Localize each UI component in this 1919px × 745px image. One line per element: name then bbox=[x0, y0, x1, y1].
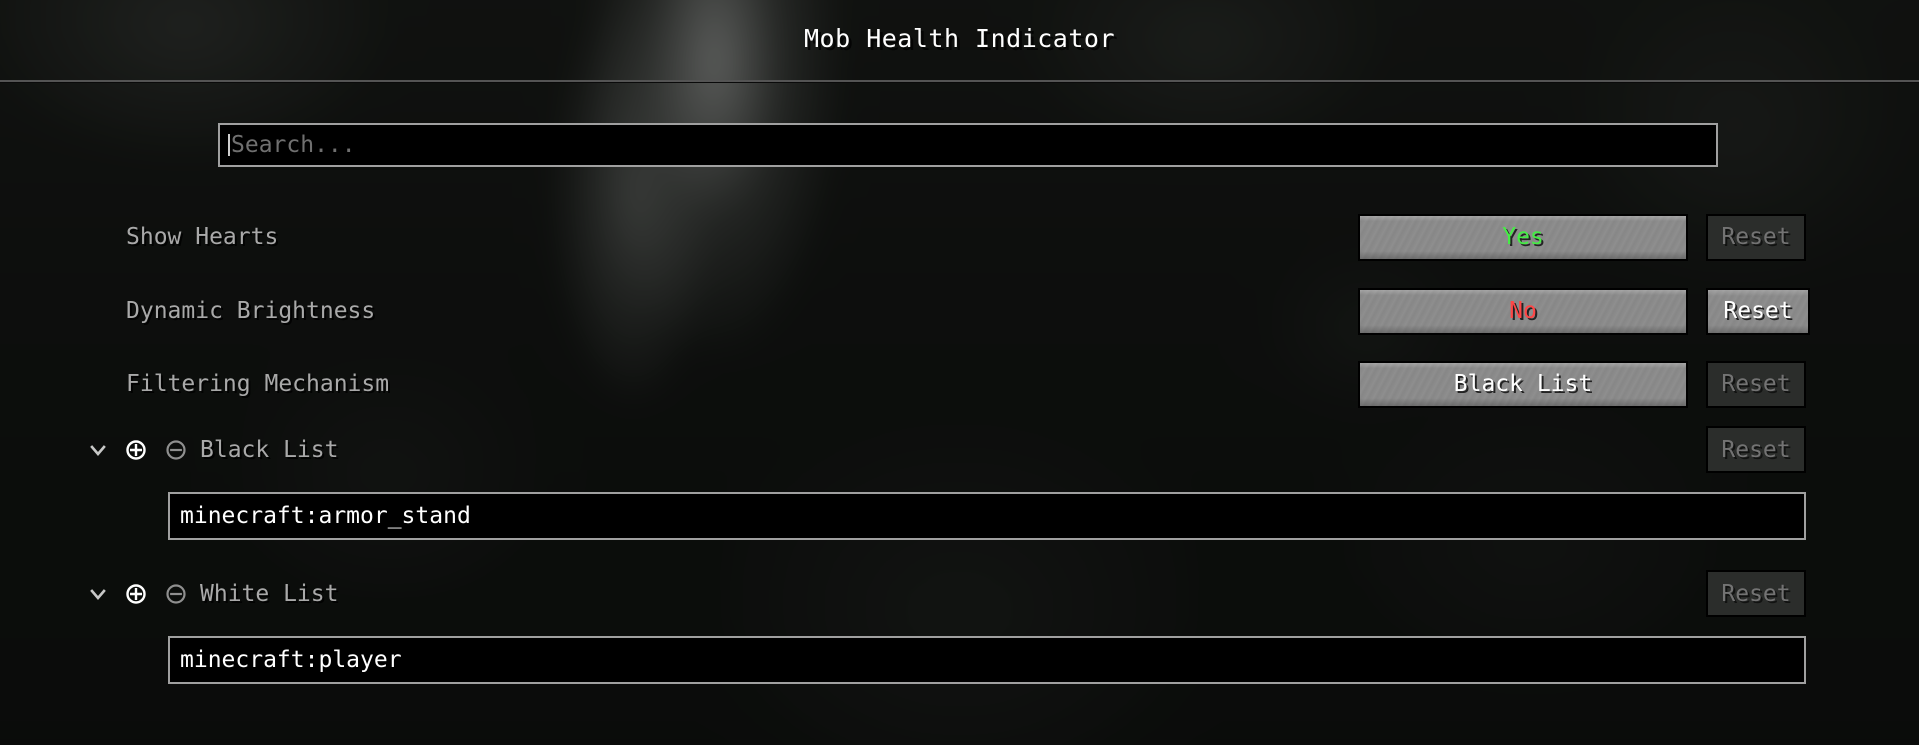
option-value: No bbox=[1509, 298, 1537, 324]
option-row-filtering-mechanism: Filtering Mechanism Black List Reset bbox=[0, 360, 1919, 408]
option-row-show-hearts: Show Hearts Yes Reset bbox=[0, 213, 1919, 261]
reset-label: Reset bbox=[1721, 224, 1791, 250]
circle-plus-icon[interactable] bbox=[124, 438, 148, 462]
header-divider bbox=[0, 80, 1919, 82]
reset-button-dynamic-brightness[interactable]: Reset bbox=[1706, 287, 1810, 335]
config-screen: Mob Health Indicator Search... Show Hear… bbox=[0, 0, 1919, 745]
list-group-header-black-list: Black List Reset bbox=[0, 426, 1919, 474]
option-label: Dynamic Brightness bbox=[126, 298, 376, 324]
option-value-button-show-hearts[interactable]: Yes bbox=[1358, 213, 1688, 261]
search-input[interactable]: Search... bbox=[218, 123, 1718, 167]
text-caret bbox=[228, 134, 230, 156]
list-entry-value: minecraft:armor_stand bbox=[180, 503, 471, 529]
reset-label: Reset bbox=[1721, 580, 1791, 607]
option-value-button-filtering-mechanism[interactable]: Black List bbox=[1358, 360, 1688, 408]
circle-minus-icon[interactable] bbox=[164, 582, 188, 606]
list-entry-input-black-list-0[interactable]: minecraft:armor_stand bbox=[168, 492, 1806, 540]
chevron-down-icon[interactable] bbox=[88, 440, 108, 460]
reset-label: Reset bbox=[1721, 371, 1791, 397]
option-value-button-dynamic-brightness[interactable]: No bbox=[1358, 287, 1688, 335]
reset-label: Reset bbox=[1721, 436, 1791, 463]
chevron-down-icon[interactable] bbox=[88, 584, 108, 604]
list-group-header-white-list: White List Reset bbox=[0, 570, 1919, 618]
search-placeholder: Search... bbox=[231, 132, 356, 158]
option-row-dynamic-brightness: Dynamic Brightness No Reset bbox=[0, 287, 1919, 335]
page-title: Mob Health Indicator bbox=[803, 24, 1116, 53]
reset-button-filtering-mechanism[interactable]: Reset bbox=[1706, 360, 1806, 408]
reset-label: Reset bbox=[1723, 298, 1793, 324]
list-group-label: White List bbox=[200, 581, 339, 607]
list-group-label: Black List bbox=[200, 437, 339, 463]
option-label: Show Hearts bbox=[126, 224, 279, 250]
reset-button-show-hearts[interactable]: Reset bbox=[1706, 213, 1806, 261]
circle-plus-icon[interactable] bbox=[124, 582, 148, 606]
option-value: Yes bbox=[1502, 224, 1544, 250]
reset-button-black-list[interactable]: Reset bbox=[1706, 426, 1806, 473]
option-value: Black List bbox=[1453, 371, 1593, 397]
list-entry-input-white-list-0[interactable]: minecraft:player bbox=[168, 636, 1806, 684]
list-entry-value: minecraft:player bbox=[180, 647, 402, 673]
reset-button-white-list[interactable]: Reset bbox=[1706, 570, 1806, 617]
circle-minus-icon[interactable] bbox=[164, 438, 188, 462]
option-label: Filtering Mechanism bbox=[126, 371, 390, 397]
